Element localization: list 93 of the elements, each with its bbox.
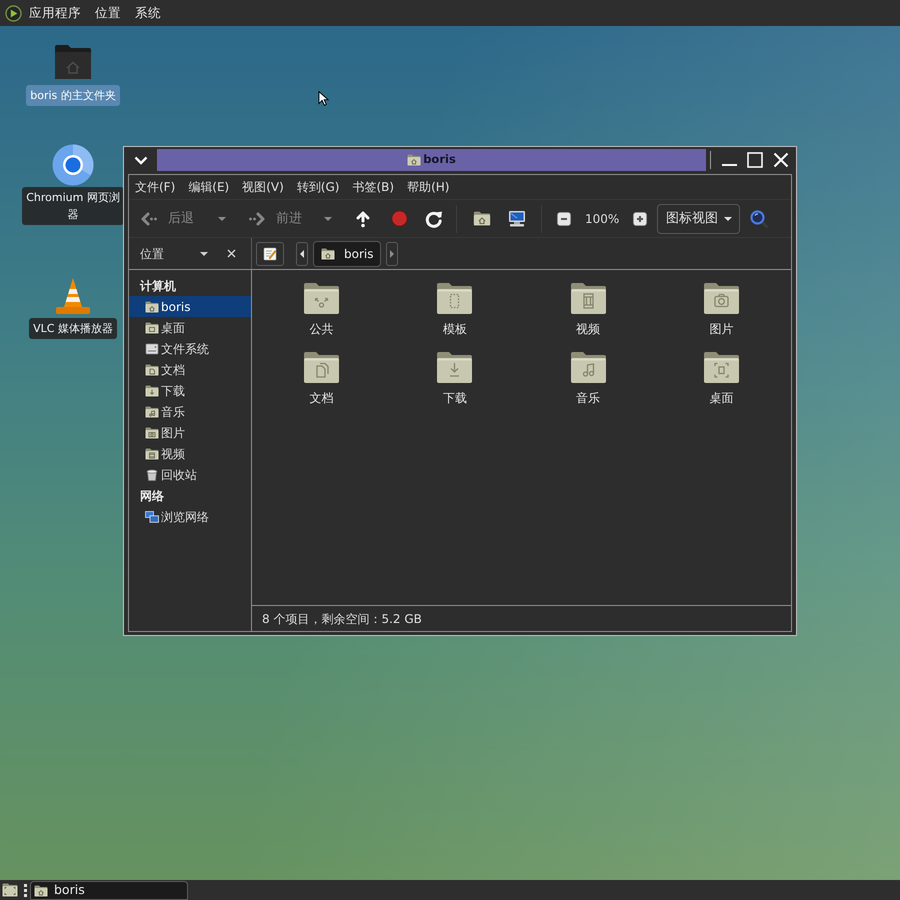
home-folder-icon	[34, 884, 48, 896]
folder-page-icon	[436, 282, 474, 315]
folder-item[interactable]: 音乐	[570, 351, 607, 406]
sidebar-item[interactable]: 图片	[129, 422, 251, 443]
folder-item[interactable]: 文档	[303, 351, 340, 406]
drag-handle-icon[interactable]	[24, 884, 27, 896]
reload-icon	[425, 210, 443, 228]
folder-item[interactable]: 视频	[570, 282, 607, 337]
sidebar-item[interactable]: 桌面	[129, 317, 251, 338]
plus-icon	[633, 212, 648, 226]
back-arrow-icon	[140, 210, 158, 226]
path-segment[interactable]: boris	[313, 240, 382, 266]
folder-documents-icon	[303, 351, 340, 384]
path-scroll-right-button[interactable]	[386, 242, 398, 266]
sidebar-item[interactable]: boris	[129, 296, 251, 317]
traffic-cone-icon	[55, 277, 91, 315]
desktop-icon-label[interactable]: VLC 媒体播放器	[29, 318, 117, 339]
note-pencil-icon	[263, 246, 277, 260]
folder-item[interactable]: 桌面	[702, 351, 740, 406]
stop-icon	[390, 210, 408, 227]
zoom-level: 100%	[585, 210, 620, 228]
folder-item[interactable]: 下载	[436, 351, 474, 406]
menu-item[interactable]: 编辑(E)	[183, 178, 234, 196]
sidebar-item[interactable]: 浏览网络	[129, 506, 251, 527]
edit-location-button[interactable]	[256, 242, 284, 266]
sidebar-item[interactable]: 视频	[129, 443, 251, 464]
folder-desktop-icon	[702, 351, 740, 384]
caret-down-icon	[200, 252, 208, 256]
home-folder-icon	[321, 248, 335, 260]
show-desktop-button[interactable]	[2, 882, 18, 898]
sidebar-item[interactable]: 文件系统	[129, 338, 251, 359]
sidebar-mode-dropdown[interactable]: 位置	[140, 242, 208, 266]
panel-menu[interactable]: 位置	[95, 4, 121, 22]
sidebar-item[interactable]: 回收站	[129, 464, 251, 485]
folder-icon	[2, 883, 18, 897]
forward-arrow-icon	[248, 210, 266, 226]
folder-item[interactable]: 模板	[436, 282, 474, 337]
sidebar-item[interactable]: 音乐	[129, 401, 251, 422]
folder-icon	[145, 322, 159, 334]
network-icon	[145, 510, 159, 522]
taskbar-button[interactable]: boris	[30, 881, 188, 900]
caret-down-icon	[724, 216, 732, 220]
chevron-down-icon	[134, 156, 148, 164]
home-folder-icon	[145, 300, 159, 312]
folder-item[interactable]: 图片	[702, 282, 740, 337]
menu-item[interactable]: 转到(G)	[292, 178, 344, 196]
caret-down-icon	[218, 216, 226, 220]
home-folder-icon	[407, 154, 422, 166]
folder-film-icon	[570, 282, 607, 315]
folder-share-icon	[303, 282, 340, 315]
panel-menu[interactable]: 应用程序	[29, 4, 81, 22]
maximize-icon	[747, 152, 763, 168]
close-icon	[226, 249, 236, 258]
folder-camera-icon	[702, 282, 740, 315]
home-folder-icon	[473, 211, 491, 226]
window-title: boris	[423, 151, 456, 168]
minimize-icon	[722, 164, 736, 166]
up-arrow-icon	[355, 210, 371, 228]
path-scroll-left-button[interactable]	[296, 242, 308, 266]
menu-item[interactable]: 视图(V)	[237, 178, 289, 196]
home-folder-icon	[54, 44, 92, 80]
computer-icon	[508, 210, 526, 227]
desktop-icon-label[interactable]: Chromium 网页浏 器	[22, 187, 124, 225]
close-icon	[773, 152, 789, 168]
folder-icon	[145, 426, 159, 438]
status-text: 8 个项目，剩余空间：5.2 GB	[262, 610, 422, 628]
sidebar-heading: 网络	[139, 488, 165, 504]
right-caret-icon	[390, 250, 394, 258]
folder-icon	[145, 406, 159, 418]
drive-icon	[145, 342, 159, 354]
folder-download-icon	[436, 351, 474, 384]
play-logo-icon[interactable]	[5, 4, 22, 22]
panel-menu[interactable]: 系统	[135, 4, 161, 22]
menu-item[interactable]: 帮助(H)	[402, 178, 454, 196]
desktop-icon-label[interactable]: boris 的主文件夹	[26, 85, 120, 106]
folder-icon	[145, 364, 159, 376]
folder-icon	[145, 448, 159, 460]
ring-logo-icon	[52, 144, 94, 186]
view-mode-dropdown[interactable]: 图标视图	[657, 204, 740, 234]
sidebar-heading: 计算机	[138, 278, 177, 294]
menu-item[interactable]: 书签(B)	[347, 178, 400, 196]
folder-icon	[145, 384, 159, 396]
mouse-pointer-icon	[318, 90, 329, 107]
search-icon	[750, 210, 768, 228]
minus-icon	[557, 212, 571, 226]
caret-down-icon	[324, 216, 332, 220]
folder-music-icon	[570, 351, 607, 384]
sidebar-item[interactable]: 下载	[129, 380, 251, 401]
menu-item[interactable]: 文件(F)	[130, 178, 180, 196]
folder-item[interactable]: 公共	[303, 282, 340, 337]
left-caret-icon	[300, 250, 304, 258]
sidebar-item[interactable]: 文档	[129, 359, 251, 380]
trash-icon	[145, 468, 159, 480]
